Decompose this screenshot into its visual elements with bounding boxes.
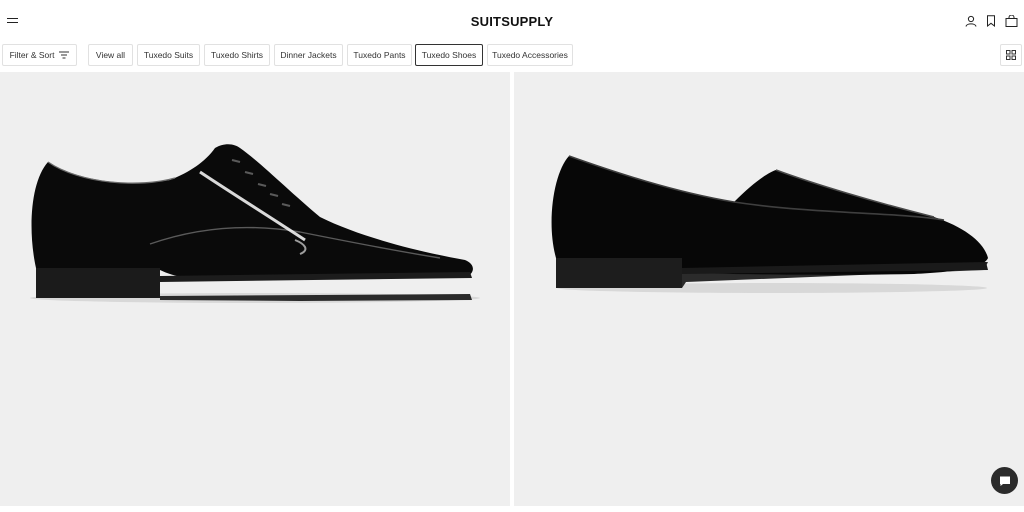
filter-sort-label: Filter & Sort xyxy=(9,50,55,60)
shopping-bag-button[interactable] xyxy=(1004,14,1018,28)
filter-sort-button[interactable]: Filter & Sort xyxy=(2,44,77,66)
black-patent-oxford-shoe-image xyxy=(30,144,480,303)
grid-view-toggle[interactable] xyxy=(1000,44,1022,66)
chat-button[interactable] xyxy=(991,467,1018,494)
hamburger-menu-button[interactable] xyxy=(6,14,20,28)
category-tuxedo-suits[interactable]: Tuxedo Suits xyxy=(137,44,200,66)
site-header: SUITSUPPLY xyxy=(0,0,1024,44)
sliders-icon xyxy=(59,51,70,59)
product-card-oxford[interactable] xyxy=(0,72,510,506)
shopping-bag-icon xyxy=(1005,15,1017,27)
product-card-loafer[interactable] xyxy=(514,72,1024,506)
category-dinner-jackets[interactable]: Dinner Jackets xyxy=(274,44,343,66)
grid-view-icon xyxy=(1006,50,1016,60)
black-velvet-loafer-shoe-image xyxy=(551,155,988,293)
chat-bubble-icon xyxy=(999,476,1010,486)
category-tuxedo-shirts[interactable]: Tuxedo Shirts xyxy=(204,44,270,66)
account-button[interactable] xyxy=(964,14,978,28)
category-view-all[interactable]: View all xyxy=(88,44,133,66)
product-grid xyxy=(0,72,1024,512)
category-tuxedo-accessories[interactable]: Tuxedo Accessories xyxy=(487,44,573,66)
site-logo[interactable]: SUITSUPPLY xyxy=(0,14,1024,29)
filter-bar: Filter & Sort View all Tuxedo Suits Tuxe… xyxy=(0,44,1024,67)
bookmark-icon xyxy=(987,15,995,27)
hamburger-icon xyxy=(7,18,18,20)
category-tuxedo-shoes[interactable]: Tuxedo Shoes xyxy=(415,44,483,66)
wishlist-button[interactable] xyxy=(984,14,998,28)
category-tuxedo-pants[interactable]: Tuxedo Pants xyxy=(347,44,412,66)
user-icon xyxy=(965,15,977,27)
